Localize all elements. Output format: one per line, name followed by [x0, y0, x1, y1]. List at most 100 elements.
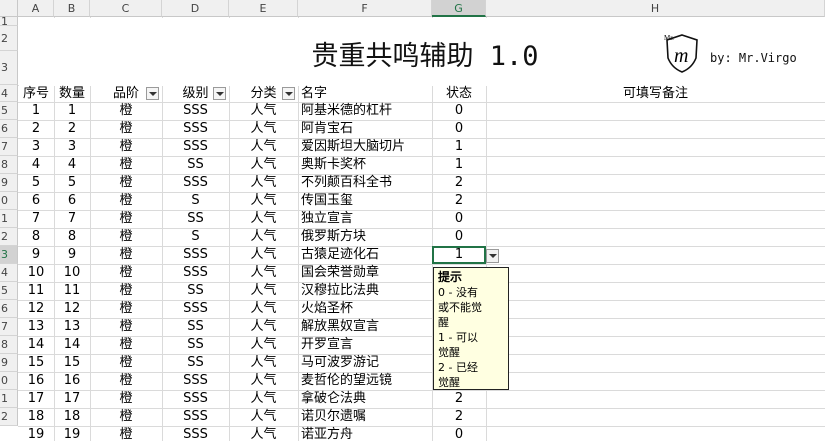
table-cell[interactable]: 奥斯卡奖杯	[298, 156, 432, 174]
table-cell[interactable]: 人气	[229, 156, 298, 174]
table-cell[interactable]: 11	[54, 282, 90, 300]
table-cell[interactable]: 12	[54, 300, 90, 318]
table-cell[interactable]: 独立宣言	[298, 210, 432, 228]
table-cell[interactable]: 人气	[229, 318, 298, 336]
row-header[interactable]: 8	[0, 336, 18, 354]
table-cell[interactable]: SS	[162, 354, 229, 372]
table-cell[interactable]: 人气	[229, 264, 298, 282]
header-status[interactable]: 状态	[432, 85, 486, 102]
table-cell[interactable]: 马可波罗游记	[298, 354, 432, 372]
table-cell[interactable]: 19	[18, 426, 54, 441]
filter-dropdown-icon[interactable]	[282, 87, 295, 100]
table-cell[interactable]: SS	[162, 318, 229, 336]
filter-dropdown-icon[interactable]	[213, 87, 226, 100]
table-cell[interactable]: 诺亚方舟	[298, 426, 432, 441]
table-cell[interactable]: SSS	[162, 138, 229, 156]
column-header-c[interactable]: C	[90, 0, 162, 17]
table-cell[interactable]: 人气	[229, 174, 298, 192]
column-header-d[interactable]: D	[162, 0, 229, 17]
table-cell[interactable]: 解放黑奴宣言	[298, 318, 432, 336]
table-cell[interactable]: SS	[162, 210, 229, 228]
row-header[interactable]: 0	[0, 372, 18, 390]
row-header[interactable]: 2	[0, 228, 18, 246]
column-header-a[interactable]: A	[18, 0, 54, 17]
header-quantity[interactable]: 数量	[54, 85, 90, 102]
table-cell[interactable]: SSS	[162, 426, 229, 441]
table-cell[interactable]: 12	[18, 300, 54, 318]
table-cell[interactable]: 3	[18, 138, 54, 156]
table-cell[interactable]: 2	[54, 120, 90, 138]
table-cell[interactable]: 11	[18, 282, 54, 300]
table-cell[interactable]: 汉穆拉比法典	[298, 282, 432, 300]
column-header-h[interactable]: H	[486, 0, 825, 17]
table-cell[interactable]: 0	[432, 210, 486, 228]
table-cell[interactable]: 橙	[90, 138, 162, 156]
table-cell[interactable]: 6	[18, 192, 54, 210]
row-header[interactable]: 1	[0, 16, 18, 27]
table-cell[interactable]: 人气	[229, 336, 298, 354]
table-cell[interactable]: 1	[54, 102, 90, 120]
table-cell[interactable]: 1	[432, 138, 486, 156]
table-cell[interactable]: 16	[54, 372, 90, 390]
table-cell[interactable]: 橙	[90, 174, 162, 192]
table-cell[interactable]: 国会荣誉勋章	[298, 264, 432, 282]
table-cell[interactable]: 5	[54, 174, 90, 192]
table-cell[interactable]: 0	[432, 102, 486, 120]
table-cell[interactable]: 15	[54, 354, 90, 372]
table-cell[interactable]: SSS	[162, 174, 229, 192]
table-cell[interactable]: 9	[54, 246, 90, 264]
table-cell[interactable]: 6	[54, 192, 90, 210]
table-cell[interactable]: 橙	[90, 210, 162, 228]
table-cell[interactable]: SSS	[162, 102, 229, 120]
table-cell[interactable]: 13	[18, 318, 54, 336]
table-cell[interactable]: 火焰圣杯	[298, 300, 432, 318]
row-header[interactable]: 4	[0, 85, 18, 102]
table-cell[interactable]: 人气	[229, 138, 298, 156]
table-cell[interactable]: 橙	[90, 408, 162, 426]
table-cell[interactable]: 阿基米德的杠杆	[298, 102, 432, 120]
table-cell[interactable]: 拿破仑法典	[298, 390, 432, 408]
table-cell[interactable]: 橙	[90, 264, 162, 282]
table-cell[interactable]: 7	[54, 210, 90, 228]
header-notes[interactable]: 可填写备注	[486, 85, 825, 102]
row-header[interactable]: 6	[0, 120, 18, 138]
table-cell[interactable]: 阿肯宝石	[298, 120, 432, 138]
column-header-e[interactable]: E	[229, 0, 298, 17]
header-index[interactable]: 序号	[18, 85, 54, 102]
table-cell[interactable]: 4	[18, 156, 54, 174]
table-cell[interactable]: 人气	[229, 300, 298, 318]
row-header[interactable]: 1	[0, 390, 18, 408]
table-cell[interactable]: SSS	[162, 372, 229, 390]
table-cell[interactable]: 15	[18, 354, 54, 372]
table-cell[interactable]: 2	[432, 192, 486, 210]
table-cell[interactable]: 0	[432, 120, 486, 138]
table-cell[interactable]: 0	[432, 228, 486, 246]
table-cell[interactable]: 2	[432, 408, 486, 426]
table-cell[interactable]: 17	[54, 390, 90, 408]
row-header[interactable]: 9	[0, 174, 18, 192]
row-header[interactable]: 1	[0, 210, 18, 228]
table-cell[interactable]: 开罗宣言	[298, 336, 432, 354]
table-cell[interactable]: 16	[18, 372, 54, 390]
table-cell[interactable]: 13	[54, 318, 90, 336]
table-cell[interactable]: 14	[18, 336, 54, 354]
table-cell[interactable]: 8	[18, 228, 54, 246]
table-cell[interactable]: 橙	[90, 282, 162, 300]
table-cell[interactable]: 麦哲伦的望远镜	[298, 372, 432, 390]
row-header[interactable]: 5	[0, 102, 18, 120]
table-cell[interactable]: 17	[18, 390, 54, 408]
table-cell[interactable]: 人气	[229, 282, 298, 300]
table-cell[interactable]: 2	[18, 120, 54, 138]
table-cell[interactable]: 人气	[229, 372, 298, 390]
row-header[interactable]: 6	[0, 300, 18, 318]
table-cell[interactable]: 橙	[90, 372, 162, 390]
table-cell[interactable]: 橙	[90, 102, 162, 120]
table-cell[interactable]: 人气	[229, 210, 298, 228]
table-cell[interactable]: SSS	[162, 120, 229, 138]
table-cell[interactable]: 橙	[90, 300, 162, 318]
table-cell[interactable]: 橙	[90, 246, 162, 264]
table-cell[interactable]: 人气	[229, 228, 298, 246]
table-cell[interactable]: 橙	[90, 192, 162, 210]
column-header-g[interactable]: G	[432, 0, 486, 17]
table-cell[interactable]: 7	[18, 210, 54, 228]
